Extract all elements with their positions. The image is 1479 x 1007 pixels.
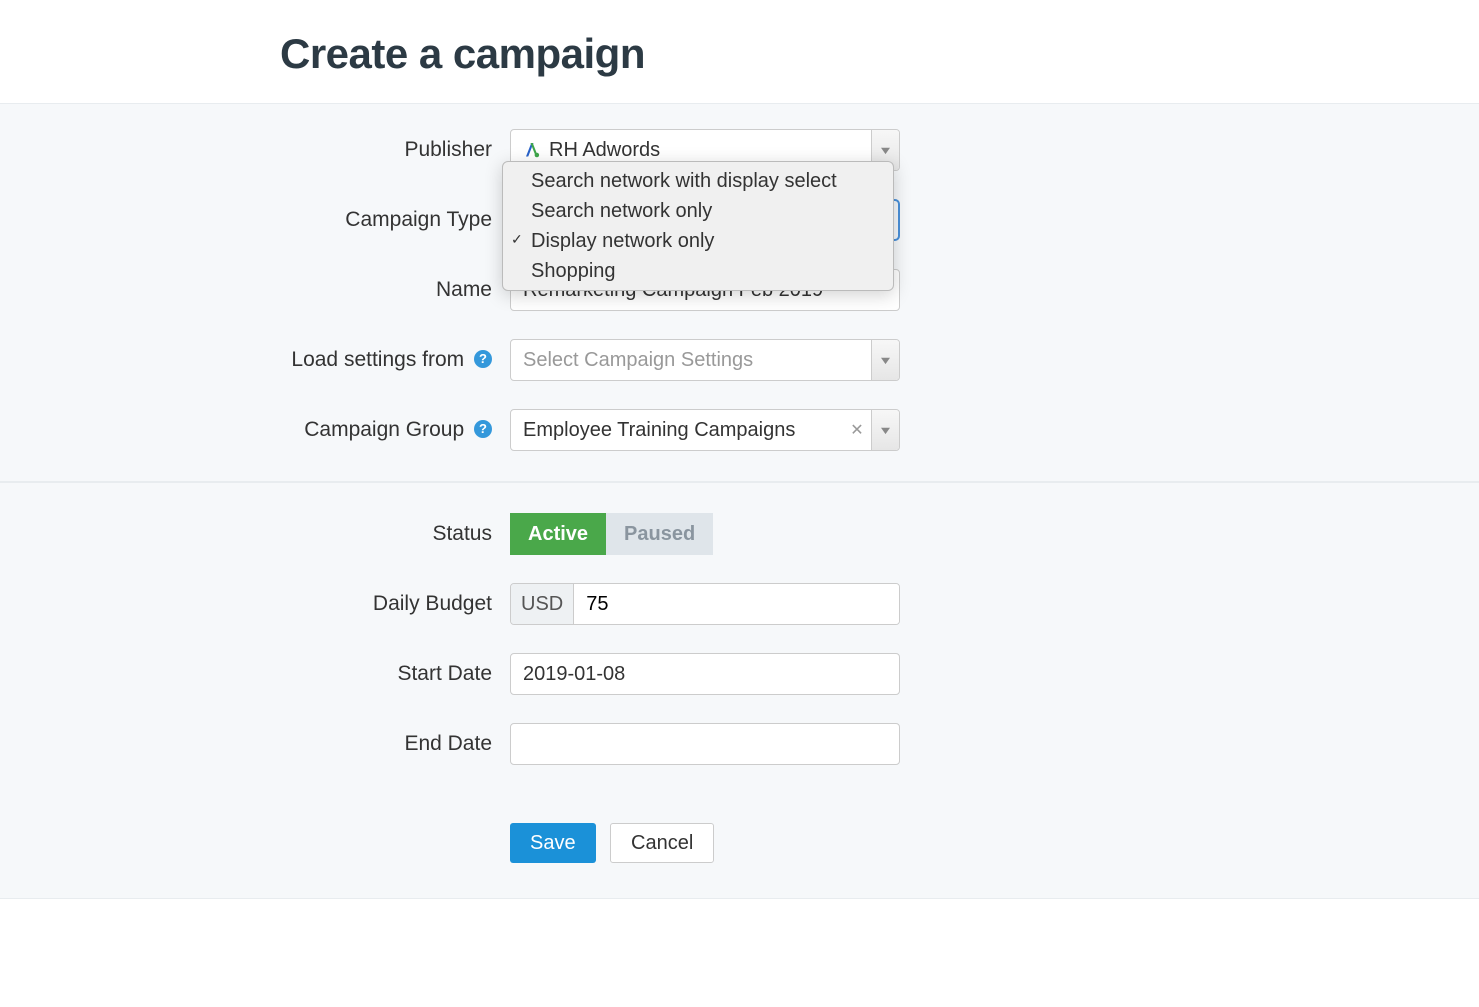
row-campaign-group: Campaign Group ? Employee Training Campa… [0,409,1479,451]
campaign-type-option-label: Display network only [531,230,714,252]
campaign-type-dropdown-menu: Search network with display select Searc… [502,161,894,291]
load-settings-dropdown-arrow[interactable] [871,340,899,380]
campaign-type-option[interactable]: ✓ Display network only [503,226,893,256]
label-daily-budget: Daily Budget [0,592,510,616]
help-icon[interactable]: ? [474,420,492,438]
campaign-type-option[interactable]: Search network only [503,196,893,226]
label-publisher: Publisher [0,138,510,162]
row-status: Status Active Paused [0,513,1479,555]
save-button[interactable]: Save [510,823,596,863]
label-start-date: Start Date [0,662,510,686]
publisher-value-text: RH Adwords [549,139,660,162]
adwords-icon [523,140,541,160]
campaign-group-select[interactable]: Employee Training Campaigns ✕ [510,409,900,451]
page-title: Create a campaign [280,30,1479,78]
row-end-date: End Date [0,723,1479,765]
help-icon[interactable]: ? [474,350,492,368]
load-settings-select[interactable]: Select Campaign Settings [510,339,900,381]
end-date-input[interactable] [510,723,900,765]
check-icon: ✓ [511,230,523,248]
row-load-settings: Load settings from ? Select Campaign Set… [0,339,1479,381]
label-campaign-type: Campaign Type [0,208,510,232]
start-date-input[interactable] [510,653,900,695]
page-header: Create a campaign [0,0,1479,103]
campaign-group-dropdown-arrow[interactable] [871,410,899,450]
label-end-date: End Date [0,732,510,756]
row-actions: Save Cancel [0,793,1479,863]
row-publisher: Publisher RH Adwords Search network with… [0,129,1479,171]
daily-budget-group: USD [510,583,900,625]
label-load-settings-text: Load settings from [291,348,464,371]
form-section-1: Publisher RH Adwords Search network with… [0,103,1479,482]
campaign-group-clear[interactable]: ✕ [843,410,871,450]
daily-budget-input[interactable] [574,584,899,624]
row-start-date: Start Date [0,653,1479,695]
label-name: Name [0,278,510,302]
label-load-settings: Load settings from ? [0,348,510,372]
row-daily-budget: Daily Budget USD [0,583,1479,625]
campaign-group-value: Employee Training Campaigns [511,410,843,450]
status-active-button[interactable]: Active [510,513,606,555]
cancel-button[interactable]: Cancel [610,823,714,863]
status-toggle: Active Paused [510,513,713,555]
form-section-2: Status Active Paused Daily Budget USD St… [0,482,1479,899]
label-campaign-group: Campaign Group ? [0,418,510,442]
status-paused-button[interactable]: Paused [606,513,713,555]
campaign-type-option[interactable]: Search network with display select [503,166,893,196]
currency-addon: USD [511,584,574,624]
load-settings-placeholder: Select Campaign Settings [511,340,871,380]
label-status: Status [0,522,510,546]
campaign-type-option[interactable]: Shopping [503,256,893,286]
label-campaign-group-text: Campaign Group [304,418,464,441]
